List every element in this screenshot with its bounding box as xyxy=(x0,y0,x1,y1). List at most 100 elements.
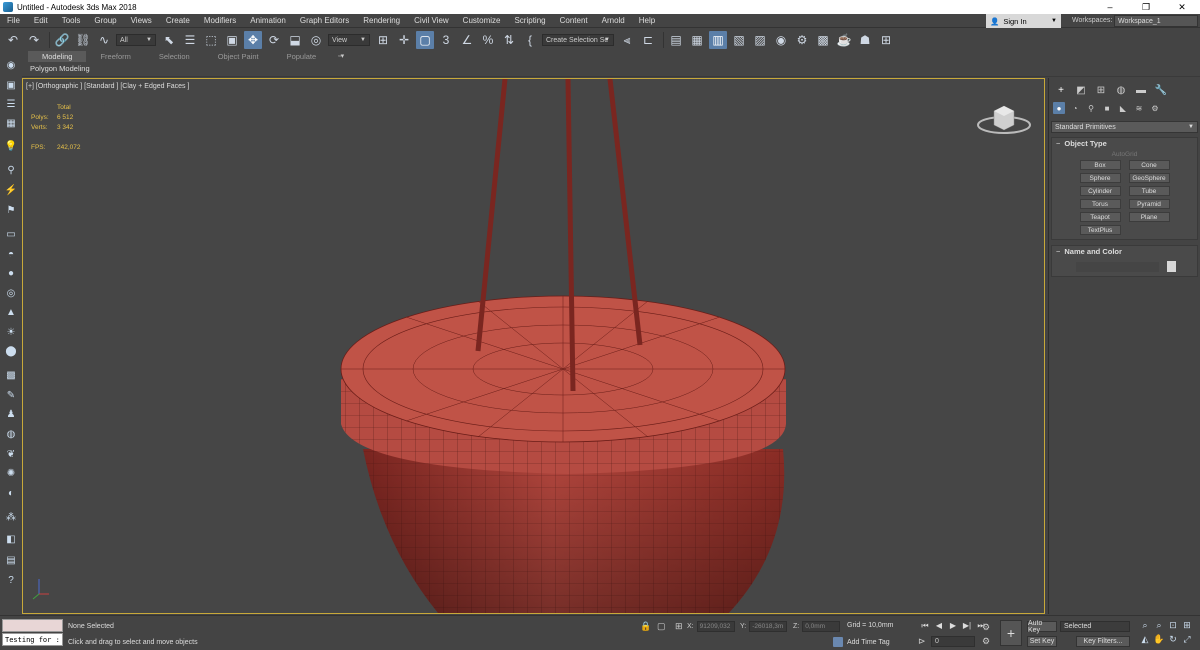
redo-icon[interactable]: ↷ xyxy=(25,31,43,49)
name-and-color-header[interactable]: − Name and Color xyxy=(1052,246,1197,257)
maxscript-listener-input[interactable] xyxy=(2,619,63,632)
modify-tab-icon[interactable]: ◩ xyxy=(1073,82,1089,98)
maxscript-listener-output[interactable]: Testing for : xyxy=(2,633,63,646)
plane-button[interactable]: Plane xyxy=(1128,212,1170,222)
workspace-select[interactable]: Workspace_1 xyxy=(1114,15,1198,27)
add-time-tag-button[interactable]: Add Time Tag xyxy=(833,637,890,647)
rectangular-selection-icon[interactable]: ⬚ xyxy=(202,31,220,49)
key-mode-icon[interactable]: ⊳ xyxy=(918,636,926,647)
camera-icon[interactable]: ⚲ xyxy=(3,163,19,177)
spacewarp-icon[interactable]: ⚑ xyxy=(3,203,19,217)
select-object-icon[interactable]: ⬉ xyxy=(160,31,178,49)
close-button[interactable]: ✕ xyxy=(1164,0,1200,14)
zoom-all-icon[interactable]: ⌕ xyxy=(1152,620,1166,631)
menu-tools[interactable]: Tools xyxy=(55,16,88,25)
set-key-button[interactable]: Set Key xyxy=(1027,636,1057,647)
viewport[interactable]: [+] [Orthographic ] [Standard ] [Clay + … xyxy=(22,78,1045,614)
key-mode-select[interactable]: Selected xyxy=(1060,621,1130,632)
render-iterative-icon[interactable]: ☗ xyxy=(856,31,874,49)
render-cloud-icon[interactable]: ⊞ xyxy=(877,31,895,49)
sphere-icon[interactable]: ● xyxy=(3,266,19,280)
systems-icon[interactable]: ⚙ xyxy=(1149,102,1161,114)
x-field[interactable]: 91209,032 xyxy=(696,621,735,632)
zoom-extents-all-icon[interactable]: ⊞ xyxy=(1180,620,1194,631)
select-manipulate-icon[interactable]: ✛ xyxy=(395,31,413,49)
menu-graph-editors[interactable]: Graph Editors xyxy=(293,16,356,25)
helper-icon[interactable]: ⚡ xyxy=(3,183,19,197)
rendered-frame-window-icon[interactable]: ▩ xyxy=(814,31,832,49)
tab-freeform[interactable]: Freeform xyxy=(86,51,144,62)
menu-customize[interactable]: Customize xyxy=(456,16,508,25)
angle-snap-icon[interactable]: ∠ xyxy=(458,31,476,49)
menu-arnold[interactable]: Arnold xyxy=(595,16,632,25)
ribbon-toggle-icon[interactable]: ▥ xyxy=(709,31,727,49)
cylinder-button[interactable]: Cylinder xyxy=(1079,186,1121,196)
align-icon[interactable]: ⊏ xyxy=(639,31,657,49)
render-toggle-icon[interactable]: ◧ xyxy=(3,532,19,546)
zoom-extents-icon[interactable]: ⊡ xyxy=(1166,620,1180,631)
globe-icon[interactable]: ◍ xyxy=(3,427,19,441)
shade-sphere-icon[interactable]: ◐ xyxy=(3,486,19,500)
edit-named-selection-icon[interactable]: { xyxy=(521,31,539,49)
menu-scripting[interactable]: Scripting xyxy=(507,16,552,25)
shapes-icon[interactable]: ◔ xyxy=(1069,102,1081,114)
previous-frame-icon[interactable]: ◀ xyxy=(932,621,946,631)
pan-icon[interactable]: ✋ xyxy=(1152,634,1166,645)
fur-icon[interactable]: ✺ xyxy=(3,466,19,480)
auto-key-button[interactable]: Auto Key xyxy=(1027,620,1057,634)
teapot-button[interactable]: Teapot xyxy=(1079,212,1121,222)
tab-populate[interactable]: Populate xyxy=(273,51,331,62)
isolate-icon[interactable]: ▢ xyxy=(657,621,666,632)
undo-icon[interactable]: ↶ xyxy=(4,31,22,49)
object-type-header[interactable]: − Object Type xyxy=(1052,138,1197,149)
scene-render[interactable] xyxy=(23,79,1045,614)
schematic-view-icon[interactable]: ▨ xyxy=(751,31,769,49)
viewcube-icon[interactable] xyxy=(974,99,1034,139)
object-color-swatch[interactable] xyxy=(1167,261,1176,272)
menu-rendering[interactable]: Rendering xyxy=(356,16,407,25)
minimize-button[interactable]: – xyxy=(1092,0,1128,14)
particle-icon[interactable]: ⁂ xyxy=(3,510,19,524)
torus-button[interactable]: Torus xyxy=(1079,199,1121,209)
orbit-icon[interactable]: ↻ xyxy=(1166,634,1180,645)
selection-filter-select[interactable]: All ▼ xyxy=(116,34,156,46)
menu-file[interactable]: File xyxy=(0,16,27,25)
select-and-move-icon[interactable]: ✥ xyxy=(244,31,262,49)
tube-button[interactable]: Tube xyxy=(1128,186,1170,196)
lightbulb-icon[interactable]: 💡 xyxy=(3,139,19,153)
geosphere-button[interactable]: GeoSphere xyxy=(1128,173,1170,183)
figure-icon[interactable]: ♟ xyxy=(3,407,19,421)
menu-views[interactable]: Views xyxy=(124,16,159,25)
lights-icon[interactable]: ⚲ xyxy=(1085,102,1097,114)
cone-icon[interactable]: ▲ xyxy=(3,305,19,319)
utilities-tab-icon[interactable]: 🔧 xyxy=(1153,82,1169,98)
menu-group[interactable]: Group xyxy=(87,16,123,25)
box-button[interactable]: Box xyxy=(1079,160,1121,170)
helpers-icon[interactable]: ◣ xyxy=(1117,102,1129,114)
pivot-center-icon[interactable]: ⊞ xyxy=(374,31,392,49)
bar-chart-icon[interactable]: ▤ xyxy=(3,553,19,567)
curve-editor-icon[interactable]: ▧ xyxy=(730,31,748,49)
plant-icon[interactable]: ❦ xyxy=(3,447,19,461)
scene-explorer-icon[interactable]: ▤ xyxy=(667,31,685,49)
tab-object-paint[interactable]: Object Paint xyxy=(204,51,273,62)
material-editor-icon[interactable]: ◉ xyxy=(772,31,790,49)
primitive-category-select[interactable]: Standard Primitives ▼ xyxy=(1051,121,1198,133)
cone-button[interactable]: Cone xyxy=(1128,160,1170,170)
reference-coordinate-select[interactable]: View ▼ xyxy=(328,34,370,46)
select-and-scale-icon[interactable]: ⬓ xyxy=(286,31,304,49)
ribbon-options-button[interactable]: ▫▾ xyxy=(338,51,344,62)
mirror-icon[interactable]: ⫷ xyxy=(618,31,636,49)
motion-tab-icon[interactable]: ◍ xyxy=(1113,82,1129,98)
menu-content[interactable]: Content xyxy=(553,16,595,25)
select-by-name-icon[interactable]: ☰ xyxy=(181,31,199,49)
go-to-start-icon[interactable]: ⏮ xyxy=(918,621,932,631)
next-frame-icon[interactable]: ▶| xyxy=(960,621,974,631)
object-name-field[interactable] xyxy=(1076,261,1159,272)
field-of-view-icon[interactable]: ◭ xyxy=(1138,634,1152,645)
window-crossing-icon[interactable]: ▣ xyxy=(223,31,241,49)
help-circle-icon[interactable]: ? xyxy=(3,573,19,587)
lock-selection-icon[interactable]: 🔒 xyxy=(640,621,651,632)
menu-modifiers[interactable]: Modifiers xyxy=(197,16,243,25)
select-and-rotate-icon[interactable]: ⟳ xyxy=(265,31,283,49)
